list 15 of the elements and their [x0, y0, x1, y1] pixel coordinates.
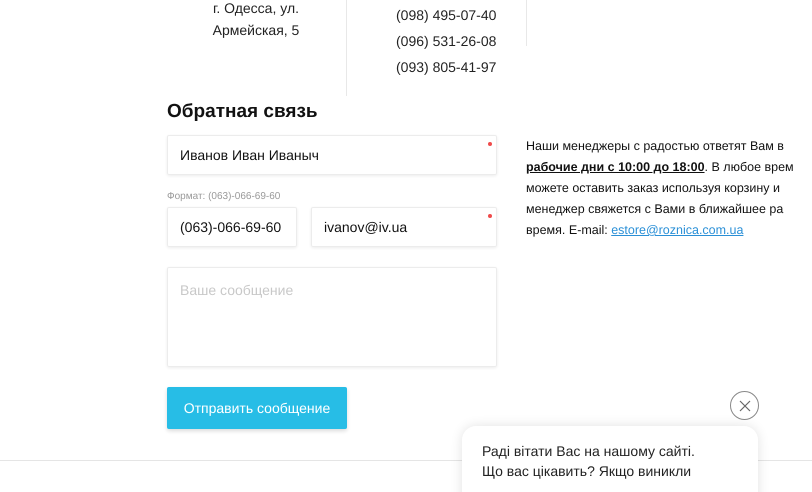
- email-link[interactable]: estore@roznica.com.ua: [611, 223, 744, 237]
- name-field[interactable]: Иванов Иван Иваныч: [167, 135, 497, 175]
- phone-format-hint: Формат: (063)-066-69-60: [167, 191, 282, 203]
- section-heading: Обратная связь: [167, 100, 319, 124]
- required-icon: [488, 142, 492, 146]
- close-icon[interactable]: [730, 391, 759, 420]
- phone-number: (096) 531-26-08: [396, 32, 496, 51]
- phone-number: (093) 805-41-97: [396, 58, 496, 77]
- required-icon: [488, 214, 492, 218]
- address-text: г. Одесса, ул. Армейская, 5: [212, 0, 300, 40]
- phone-number: (098) 495-07-40: [396, 6, 496, 25]
- email-field[interactable]: ivanov@iv.ua: [311, 207, 497, 247]
- info-paragraph: Наши менеджеры с радостью ответят Вам в рабочие дни с 10:00 до 18:00. В любое врем можете оставить заказ используя корзину и менеджер свяжется с Вами в ближайшее ра время. E-mail: estore@roznica.com.ua: [526, 138, 794, 239]
- phone-field[interactable]: (063)-066-69-60: [167, 207, 297, 247]
- chat-message: Раді вітати Вас на нашому сайті. Що вас цікавить? Якщо виникли: [482, 442, 696, 481]
